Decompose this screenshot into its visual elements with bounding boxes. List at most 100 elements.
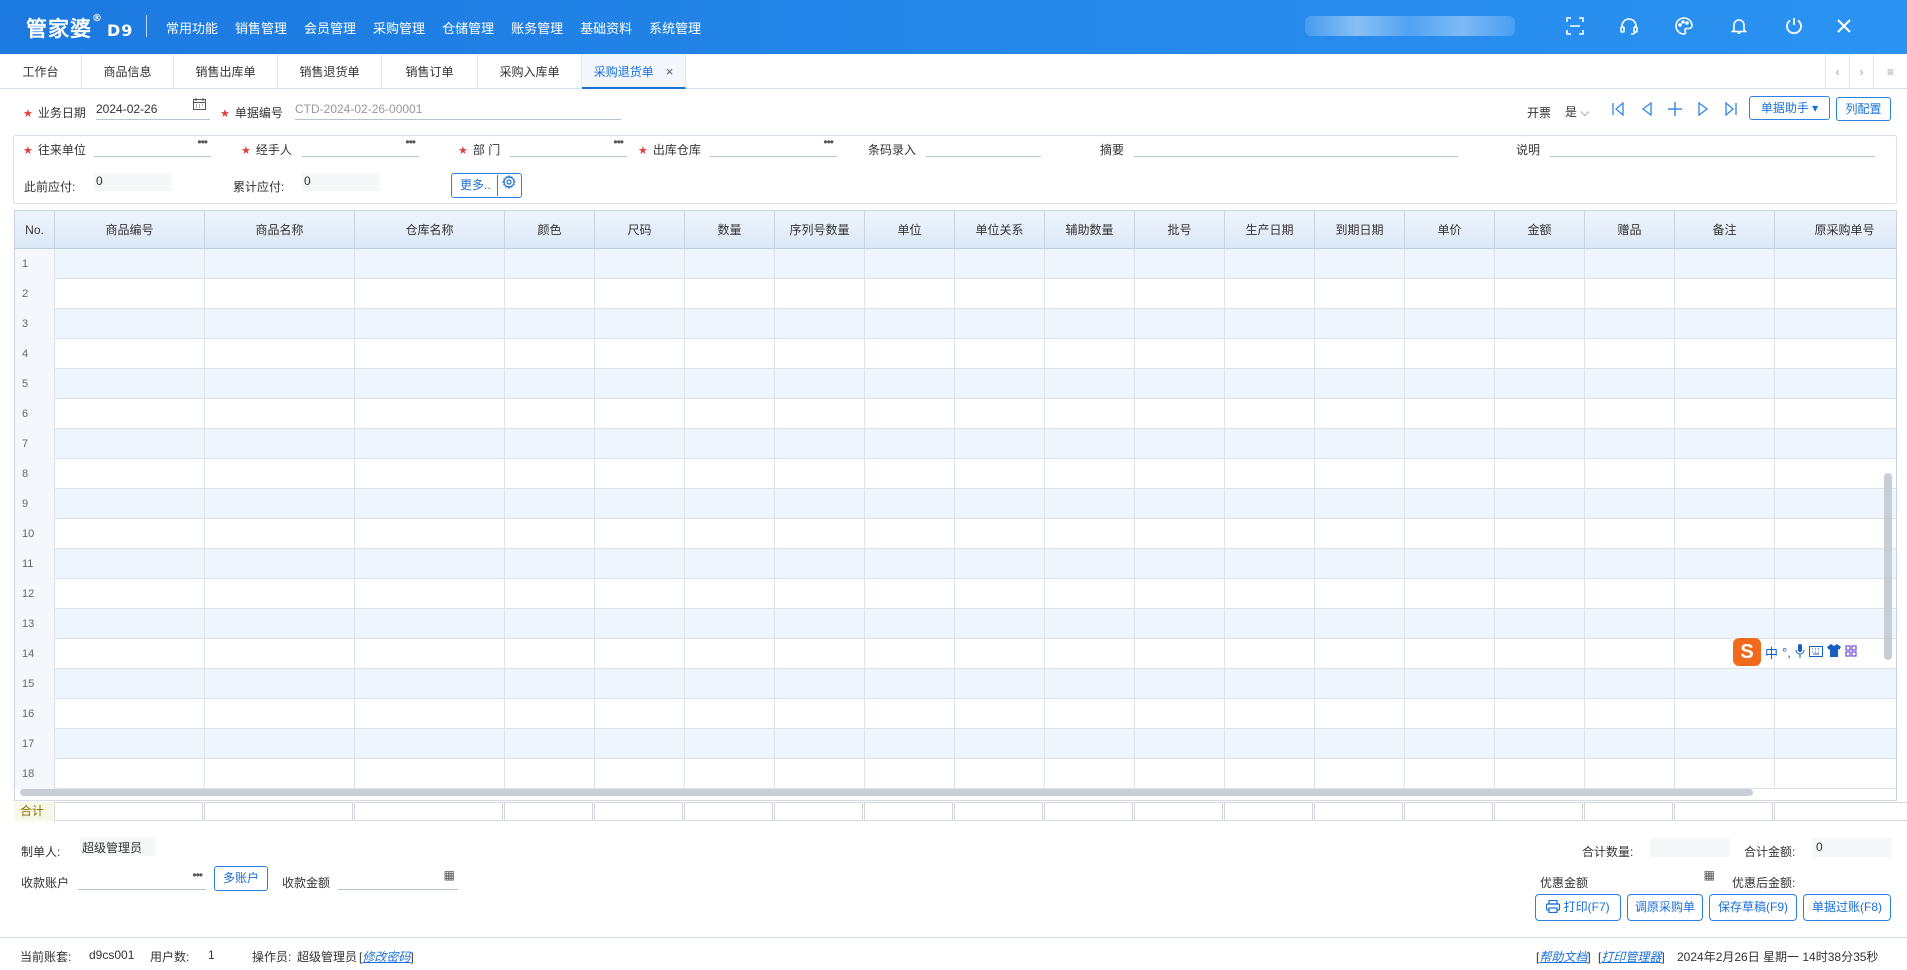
print-manager-link[interactable]: [打印管理器] (1598, 948, 1665, 965)
grid-cell[interactable] (775, 519, 865, 549)
grid-cell[interactable] (55, 309, 205, 339)
grid-cell[interactable] (775, 729, 865, 759)
grid-cell[interactable] (505, 759, 595, 789)
grid-cell[interactable] (1585, 579, 1675, 609)
grid-cell[interactable] (955, 339, 1045, 369)
grid-cell[interactable] (865, 399, 955, 429)
grid-cell[interactable] (1225, 549, 1315, 579)
grid-cell[interactable] (205, 249, 355, 279)
grid-cell[interactable] (865, 609, 955, 639)
grid-cell[interactable] (1315, 429, 1405, 459)
ime-menu-grid-icon[interactable] (1845, 644, 1857, 660)
grid-cell[interactable] (685, 669, 775, 699)
grid-cell[interactable] (355, 669, 505, 699)
grid-cell[interactable] (1315, 609, 1405, 639)
grid-cell[interactable] (955, 459, 1045, 489)
grid-cell[interactable] (595, 669, 685, 699)
grid-cell[interactable] (775, 459, 865, 489)
grid-cell[interactable] (1315, 639, 1405, 669)
grid-cell[interactable] (1675, 399, 1775, 429)
help-doc-link[interactable]: [帮助文档] (1536, 948, 1591, 965)
table-row[interactable]: 13 (15, 609, 1896, 639)
grid-cell[interactable] (505, 279, 595, 309)
top-nav-warehouse[interactable]: 仓储管理 (442, 18, 494, 37)
grid-cell[interactable] (355, 699, 505, 729)
grid-cell[interactable] (775, 549, 865, 579)
grid-cell[interactable] (1675, 759, 1775, 789)
grid-cell[interactable] (1135, 459, 1225, 489)
grid-cell[interactable] (685, 519, 775, 549)
grid-cell[interactable] (1495, 669, 1585, 699)
table-row[interactable]: 11 (15, 549, 1896, 579)
col-header-warehouse-name[interactable]: 仓库名称 (355, 211, 505, 249)
grid-cell[interactable] (1225, 279, 1315, 309)
grid-cell[interactable] (955, 549, 1045, 579)
prev-record-icon[interactable] (1637, 99, 1657, 119)
grid-cell[interactable] (1585, 489, 1675, 519)
grid-cell[interactable] (1135, 519, 1225, 549)
grid-cell[interactable] (1225, 759, 1315, 789)
grid-cell[interactable] (955, 699, 1045, 729)
grid-cell[interactable] (355, 609, 505, 639)
table-row[interactable]: 16 (15, 699, 1896, 729)
grid-cell[interactable] (1405, 729, 1495, 759)
grid-cell[interactable] (1405, 309, 1495, 339)
calculator-icon[interactable]: ▦ (444, 868, 455, 882)
grid-cell[interactable] (55, 339, 205, 369)
tab-sales-outbound[interactable]: 销售出库单 (174, 54, 278, 89)
grid-cell[interactable] (1775, 339, 1896, 369)
grid-cell[interactable] (955, 759, 1045, 789)
grid-cell[interactable] (505, 609, 595, 639)
col-header-serial-qty[interactable]: 序列号数量 (775, 211, 865, 249)
col-header-quantity[interactable]: 数量 (685, 211, 775, 249)
grid-cell[interactable] (775, 669, 865, 699)
grid-cell[interactable] (1495, 609, 1585, 639)
grid-cell[interactable] (355, 339, 505, 369)
grid-cell[interactable] (775, 609, 865, 639)
grid-cell[interactable] (505, 519, 595, 549)
col-header-unit[interactable]: 单位 (865, 211, 955, 249)
invoice-select[interactable]: 是 ⌵ (1565, 103, 1589, 120)
grid-cell[interactable] (205, 489, 355, 519)
grid-cell[interactable] (775, 249, 865, 279)
grid-cell[interactable] (205, 639, 355, 669)
grid-cell[interactable] (1675, 429, 1775, 459)
grid-cell[interactable] (1495, 369, 1585, 399)
grid-cell[interactable] (1495, 699, 1585, 729)
grid-cell[interactable] (1225, 639, 1315, 669)
grid-cell[interactable] (505, 669, 595, 699)
calendar-icon[interactable] (193, 98, 206, 113)
grid-cell[interactable] (595, 429, 685, 459)
grid-cell[interactable] (685, 279, 775, 309)
grid-cell[interactable] (865, 249, 955, 279)
grid-cell[interactable] (1495, 639, 1585, 669)
grid-cell[interactable] (1045, 399, 1135, 429)
grid-cell[interactable] (55, 579, 205, 609)
discount-input[interactable]: ▦ (1598, 868, 1718, 890)
dept-input[interactable]: ••• (510, 135, 627, 157)
biz-date-input[interactable]: 2024-02-26 (96, 98, 210, 120)
grid-cell[interactable] (1495, 309, 1585, 339)
grid-cell[interactable] (1495, 339, 1585, 369)
grid-cell[interactable] (355, 549, 505, 579)
grid-cell[interactable] (1045, 549, 1135, 579)
col-header-product-name[interactable]: 商品名称 (205, 211, 355, 249)
grid-cell[interactable] (685, 249, 775, 279)
tab-next-icon[interactable]: › (1849, 54, 1873, 89)
grid-cell[interactable] (1775, 309, 1896, 339)
tab-purchase-return[interactable]: 采购退货单 × (582, 54, 686, 89)
grid-cell[interactable] (205, 429, 355, 459)
grid-cell[interactable] (1135, 399, 1225, 429)
grid-cell[interactable] (1495, 249, 1585, 279)
table-row[interactable]: 12 (15, 579, 1896, 609)
grid-cell[interactable] (685, 549, 775, 579)
grid-cell[interactable] (205, 519, 355, 549)
partner-picker-icon[interactable]: ••• (197, 135, 208, 149)
grid-cell[interactable] (595, 459, 685, 489)
grid-cell[interactable] (1315, 729, 1405, 759)
grid-cell[interactable] (595, 549, 685, 579)
grid-cell[interactable] (865, 369, 955, 399)
grid-cell[interactable] (685, 609, 775, 639)
grid-cell[interactable] (955, 429, 1045, 459)
grid-cell[interactable] (1675, 339, 1775, 369)
